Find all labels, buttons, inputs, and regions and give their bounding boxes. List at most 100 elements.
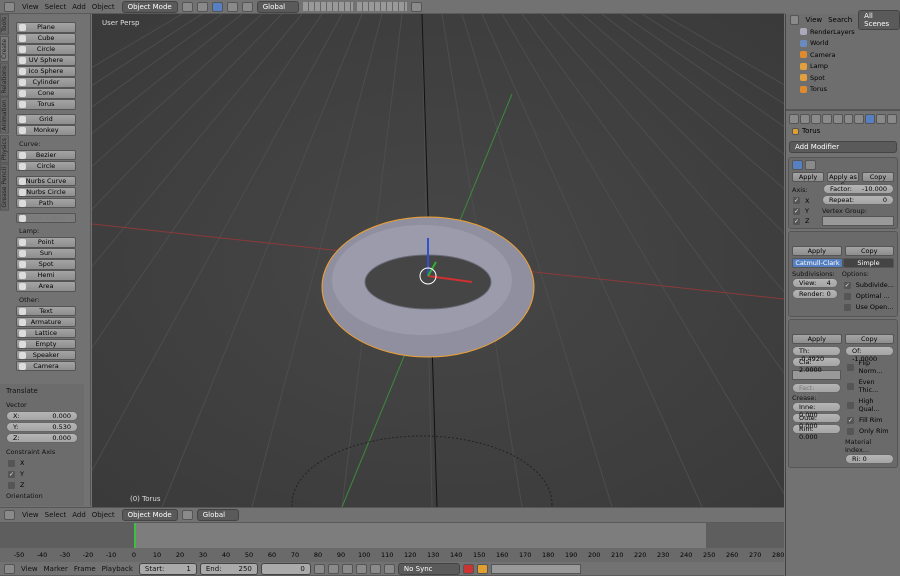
checkbox-box[interactable] — [847, 363, 854, 371]
3d-viewport[interactable]: User Persp (0) Torus — [92, 14, 784, 507]
rim-material-field[interactable]: Ri: 0 — [845, 454, 894, 464]
apply-button[interactable]: Apply — [792, 172, 824, 182]
clamp-field[interactable]: Cla: 2.0000 — [792, 357, 841, 374]
checkbox-even-thic-[interactable]: Even Thic... — [847, 378, 894, 394]
add-armature-button[interactable]: Armature — [16, 316, 76, 327]
add-speaker-button[interactable]: Speaker — [16, 349, 76, 360]
tab-grease-pencil[interactable]: Grease Pencil — [0, 164, 9, 211]
properties-tab-1-icon[interactable] — [799, 114, 810, 124]
jump-end-button[interactable] — [383, 563, 395, 574]
add-grid-button[interactable]: Grid — [16, 114, 76, 125]
mode-select[interactable]: Object Mode — [121, 0, 178, 13]
catmull-clark-tab[interactable]: Catmull-Clark — [792, 258, 843, 268]
properties-tab-6-icon[interactable] — [854, 114, 865, 124]
outliner-type-button[interactable] — [790, 15, 800, 25]
start-frame-field[interactable]: Start: 1 — [138, 562, 197, 575]
editor-type-button[interactable] — [4, 563, 15, 574]
checkbox-z[interactable]: Z — [8, 481, 78, 489]
tab-physics[interactable]: Physics — [0, 134, 9, 164]
keying-button[interactable] — [476, 563, 488, 574]
add-nurbs-circle-button[interactable]: Nurbs Circle — [16, 186, 76, 197]
checkbox-box[interactable]: ✓ — [8, 470, 15, 478]
outliner-menu-view[interactable]: View — [805, 16, 822, 24]
orientation-select[interactable]: Global — [196, 509, 239, 521]
frame-ruler[interactable]: -50 -40 -30 -20 -10 0 10 20 30 40 50 60 70 80 90 100 110… — [0, 548, 784, 562]
orientation-select[interactable]: Global — [256, 0, 299, 13]
play-reverse-button[interactable] — [341, 563, 353, 574]
keying-set-field[interactable] — [490, 563, 581, 574]
current-frame-field[interactable]: 0 — [260, 562, 311, 575]
sync-select[interactable]: No Sync — [397, 562, 460, 575]
checkbox-box[interactable] — [847, 382, 854, 390]
crease-inner-field[interactable]: Inne: 0.000 — [792, 402, 841, 419]
end-frame-field[interactable]: End: 250 — [199, 562, 258, 575]
vector-x-field[interactable]: X: 0.000 — [6, 411, 78, 421]
rotate-icon[interactable] — [241, 1, 253, 12]
copy-button[interactable]: Copy — [844, 246, 894, 256]
add-plane-button[interactable]: Plane — [16, 22, 76, 33]
menu-view[interactable]: View — [19, 3, 42, 11]
add-uv-sphere-button[interactable]: UV Sphere — [16, 55, 76, 66]
view-levels-field[interactable]: View: 4 — [792, 278, 838, 288]
add-area-button[interactable]: Area — [16, 281, 76, 292]
checkbox-use-open-[interactable]: Use Open... — [843, 303, 894, 311]
layers-grid-2[interactable] — [356, 2, 407, 11]
add-camera-button[interactable]: Camera — [16, 360, 76, 371]
add-spot-button[interactable]: Spot — [16, 259, 76, 270]
copy-button[interactable]: Copy — [862, 172, 894, 182]
menu-view[interactable]: View — [18, 565, 41, 573]
simple-tab[interactable]: Simple — [843, 258, 894, 268]
add-empty-button[interactable]: Empty — [16, 338, 76, 349]
checkbox-y[interactable]: ✓ Y — [8, 470, 78, 478]
add-sun-button[interactable]: Sun — [16, 248, 76, 259]
add-cone-button[interactable]: Cone — [16, 88, 76, 99]
checkbox-box[interactable]: ✓ — [843, 281, 851, 289]
modifier-name-field[interactable] — [805, 160, 816, 170]
outliner-menu-search[interactable]: Search — [828, 16, 852, 24]
record-button[interactable] — [462, 563, 474, 574]
checkbox-box[interactable] — [843, 303, 851, 311]
crease-rim-field[interactable]: Rim: 0.000 — [792, 424, 841, 441]
add-text-button[interactable]: Text — [16, 305, 76, 316]
properties-tab-7-icon[interactable] — [865, 114, 876, 124]
menu-marker[interactable]: Marker — [41, 565, 71, 573]
manipulator-toggle[interactable] — [211, 1, 223, 12]
properties-tab-5-icon[interactable] — [843, 114, 854, 124]
apply-button[interactable]: Apply — [792, 334, 842, 344]
outliner-filter-select[interactable]: All Scenes — [858, 10, 900, 30]
checkbox-box[interactable] — [847, 401, 854, 409]
add-torus-button[interactable]: Torus — [16, 99, 76, 110]
menu-select[interactable]: Select — [42, 511, 70, 519]
properties-tab-4-icon[interactable] — [832, 114, 843, 124]
add-cube-button[interactable]: Cube — [16, 33, 76, 44]
tab-tools[interactable]: Tools — [0, 14, 9, 35]
add-circle-button[interactable]: Circle — [16, 160, 76, 171]
apply-button[interactable]: Apply — [792, 246, 842, 256]
add-monkey-button[interactable]: Monkey — [16, 125, 76, 136]
current-frame-line[interactable] — [134, 523, 136, 548]
add-circle-button[interactable]: Circle — [16, 44, 76, 55]
properties-tab-9-icon[interactable] — [887, 114, 898, 124]
menu-add[interactable]: Add — [69, 3, 89, 11]
outliner-item-lamp[interactable]: Lamp — [786, 61, 900, 73]
render-icon[interactable] — [410, 1, 422, 12]
jump-start-button[interactable] — [313, 563, 325, 574]
add-nurbs-curve-button[interactable]: Nurbs Curve — [16, 175, 76, 186]
add-lattice-button[interactable]: Lattice — [16, 327, 76, 338]
shading-button[interactable] — [181, 1, 193, 12]
menu-frame[interactable]: Frame — [71, 565, 99, 573]
menu-object[interactable]: Object — [89, 3, 118, 11]
menu-playback[interactable]: Playback — [99, 565, 136, 573]
offset-field[interactable]: Of: -1.0000 — [845, 346, 894, 363]
tab-relations[interactable]: Relations — [0, 62, 9, 97]
apply-as-shape-button[interactable]: Apply as S — [827, 172, 859, 189]
checkbox-high-qual-[interactable]: High Qual... — [847, 397, 894, 413]
add-bezier-button[interactable]: Bezier — [16, 149, 76, 160]
play-button[interactable] — [355, 563, 367, 574]
properties-tab-3-icon[interactable] — [821, 114, 832, 124]
add-path-button[interactable]: Path — [16, 197, 76, 208]
checkbox-optimal-[interactable]: Optimal ... — [843, 292, 894, 300]
thickness-field[interactable]: Th: -0.4920 — [792, 346, 841, 363]
add-point-button[interactable]: Point — [16, 237, 76, 248]
checkbox-box[interactable] — [843, 292, 851, 300]
